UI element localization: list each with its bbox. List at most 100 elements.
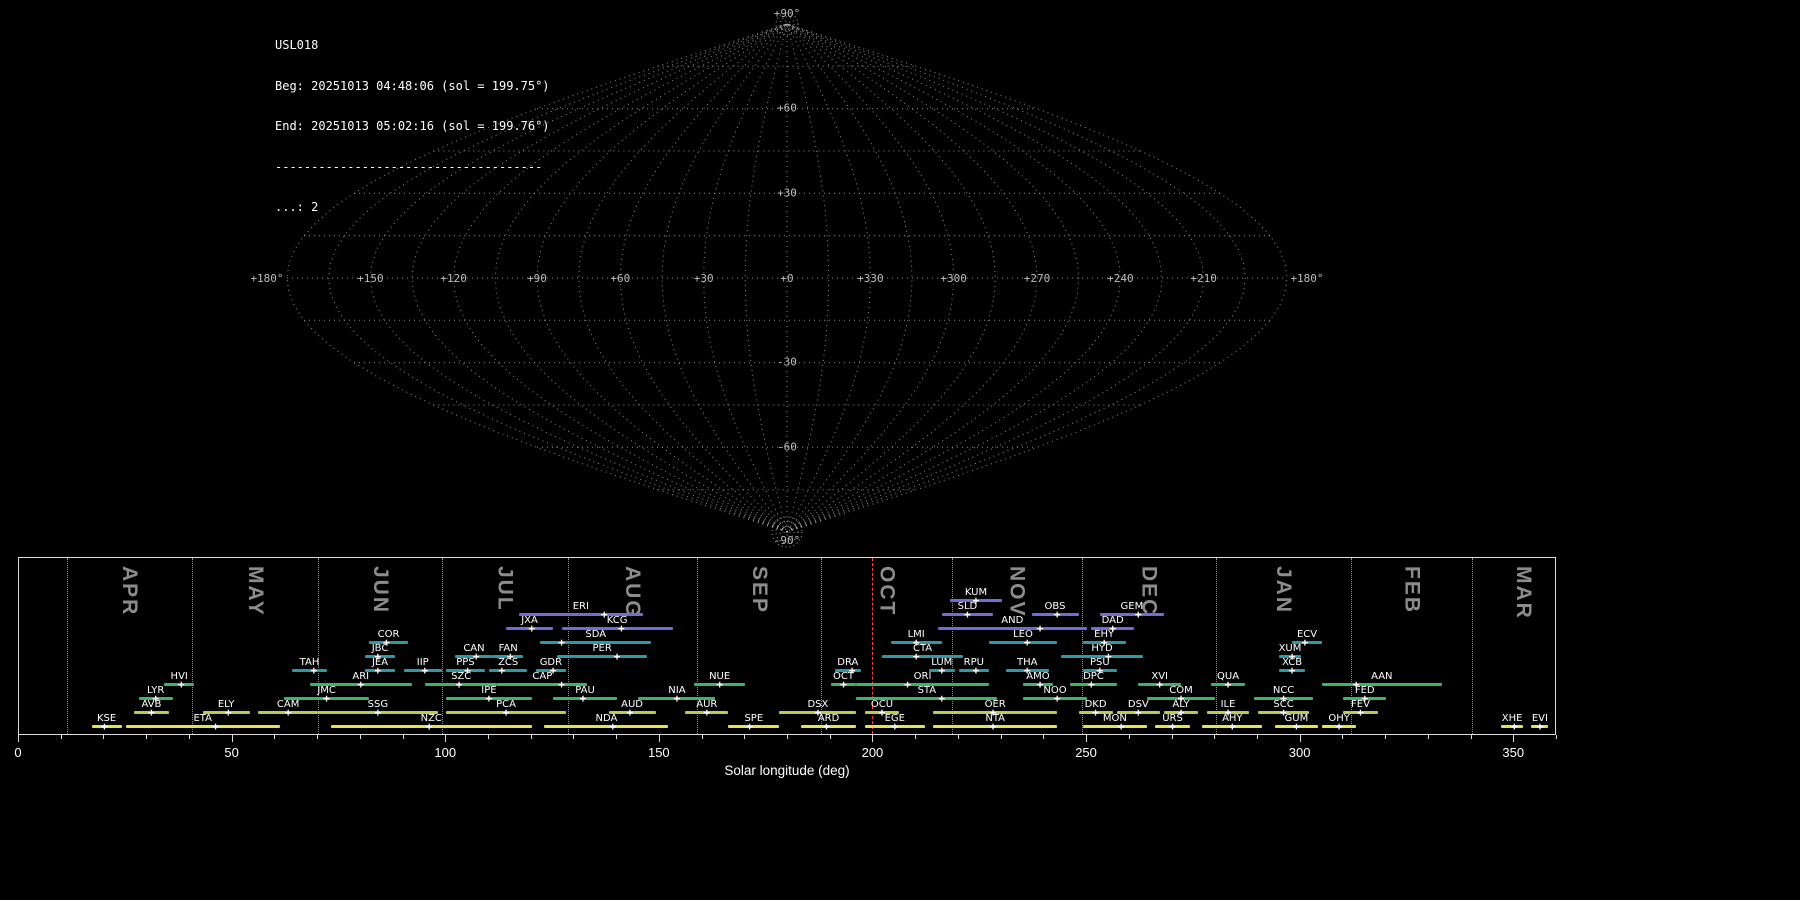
peak-marker-aud: + [626,706,634,719]
x-axis-tick [1427,735,1429,739]
timeline: APR MAY JUN JUL AUG SEP OCT NOV DEC JAN FEB MAR KUM +… [14,557,1557,782]
x-axis-tick [1171,735,1173,739]
x-tick-label: 300 [1288,745,1311,760]
x-axis-title: Solar longitude (deg) [724,763,850,778]
x-axis-tick [18,735,19,742]
x-axis-tick [915,735,917,739]
peak-marker-sda: + [558,636,565,649]
latitude-label: +30 [777,186,797,199]
x-axis-tick [530,735,532,739]
x-axis-tick [359,735,361,739]
x-axis-tick [1128,735,1130,739]
month-label-sep: SEP [747,566,771,615]
peak-marker-nia: + [673,692,681,705]
month-label-aug: AUG [621,566,645,619]
peak-marker-ahy: + [1228,720,1236,733]
peak-marker-lum: + [938,664,946,677]
peak-marker-ecv: + [1301,636,1309,649]
x-axis-tick [445,735,447,742]
x-axis-tick [103,735,105,739]
longitude-label: +150 [357,272,384,285]
peak-marker-pau: + [579,692,587,705]
x-tick-label: 0 [14,745,22,760]
peak-marker-jxa: + [528,622,535,635]
x-axis-tick [872,735,874,742]
month-boundary-line [951,558,953,734]
peak-marker-obs: + [1053,608,1061,621]
x-axis-tick [1385,735,1387,739]
month-boundary-line [1472,558,1474,734]
peak-marker-ely: + [225,706,232,719]
shower-bar-zcs [488,669,528,672]
sky-map: +180° +150 +120 +90 +60 +30 +0 +330 +300 +270 +240… [250,7,1324,548]
meridian-line [661,23,788,533]
meridian-line [786,23,1163,533]
peak-marker-ssg: + [374,706,382,719]
peak-marker-mon: + [1117,720,1125,733]
month-boundary-line [66,558,68,734]
shower-label-ori: ORI [913,671,932,682]
month-label-may: MAY [243,566,267,617]
peak-marker-gum: + [1293,720,1300,733]
timeline-panel: APR MAY JUN JUL AUG SEP OCT NOV DEC JAN FEB MAR KUM +… [18,557,1556,735]
month-boundary-line [567,558,569,734]
longitude-label: +180° [1290,272,1323,285]
peak-marker-qua: + [1224,678,1232,691]
latitude-label: +60 [777,102,797,115]
longitude-label: +180° [250,272,283,285]
peak-marker-noo: + [1053,692,1061,705]
x-axis-tick [146,735,148,739]
latitude-label: +90° [774,7,801,20]
x-tick-label: 50 [224,745,239,760]
peak-marker-cta: + [912,650,920,663]
month-boundary-line [441,558,443,734]
x-axis-tick [829,735,831,739]
x-axis-tick [1342,735,1344,739]
x-axis-tick [487,735,489,739]
shower-label-sda: SDA [585,629,607,640]
meridian-line [786,23,1246,533]
latitude-label: -30 [777,356,797,369]
peak-marker-ard: + [823,720,830,733]
x-axis-tick [1470,735,1472,739]
shower-label-and: AND [1001,615,1024,626]
shower-bar-spe [728,725,780,728]
x-axis-tick [658,735,660,742]
peak-marker-szc: + [455,678,463,691]
peak-marker-jea: + [374,664,382,677]
longitude-label: +300 [940,272,967,285]
peak-marker-dpc: + [1088,678,1095,691]
peak-marker-zcs: + [498,664,506,677]
longitude-label: +210 [1190,272,1217,285]
x-tick-label: 100 [434,745,457,760]
month-label-nov: NOV [1005,566,1029,618]
x-axis-tick [1086,735,1088,742]
peak-marker-and: + [1036,622,1044,635]
peak-marker-xhe: + [1510,720,1518,733]
peak-marker-cap: + [558,678,565,691]
longitude-label: +60 [610,272,630,285]
shower-bar-cap [497,683,588,686]
shower-bar-mon [1082,725,1147,728]
peak-marker-ori: + [904,678,911,691]
longitude-label: +120 [440,272,467,285]
peak-marker-nta: + [989,720,997,733]
x-axis-tick [744,735,746,739]
x-axis-tick [573,735,575,739]
peak-marker-ohy: + [1335,720,1343,733]
peak-marker-xcb: + [1288,664,1296,677]
longitude-label: +270 [1024,272,1051,285]
month-boundary-line [1215,558,1217,734]
shower-label-per: PER [592,643,612,654]
month-label-jun: JUN [369,566,392,615]
latitude-label: -60 [777,440,797,453]
shower-bar-per [557,655,647,658]
x-axis-tick [1299,735,1301,742]
x-axis-tick [616,735,618,739]
peak-marker-cam: + [284,706,292,719]
peak-marker-sta: + [938,692,946,705]
longitude-label: +90 [527,272,547,285]
x-axis-tick [701,735,703,739]
peak-marker-rpu: + [972,664,980,677]
latitude-label: -90° [774,534,801,547]
